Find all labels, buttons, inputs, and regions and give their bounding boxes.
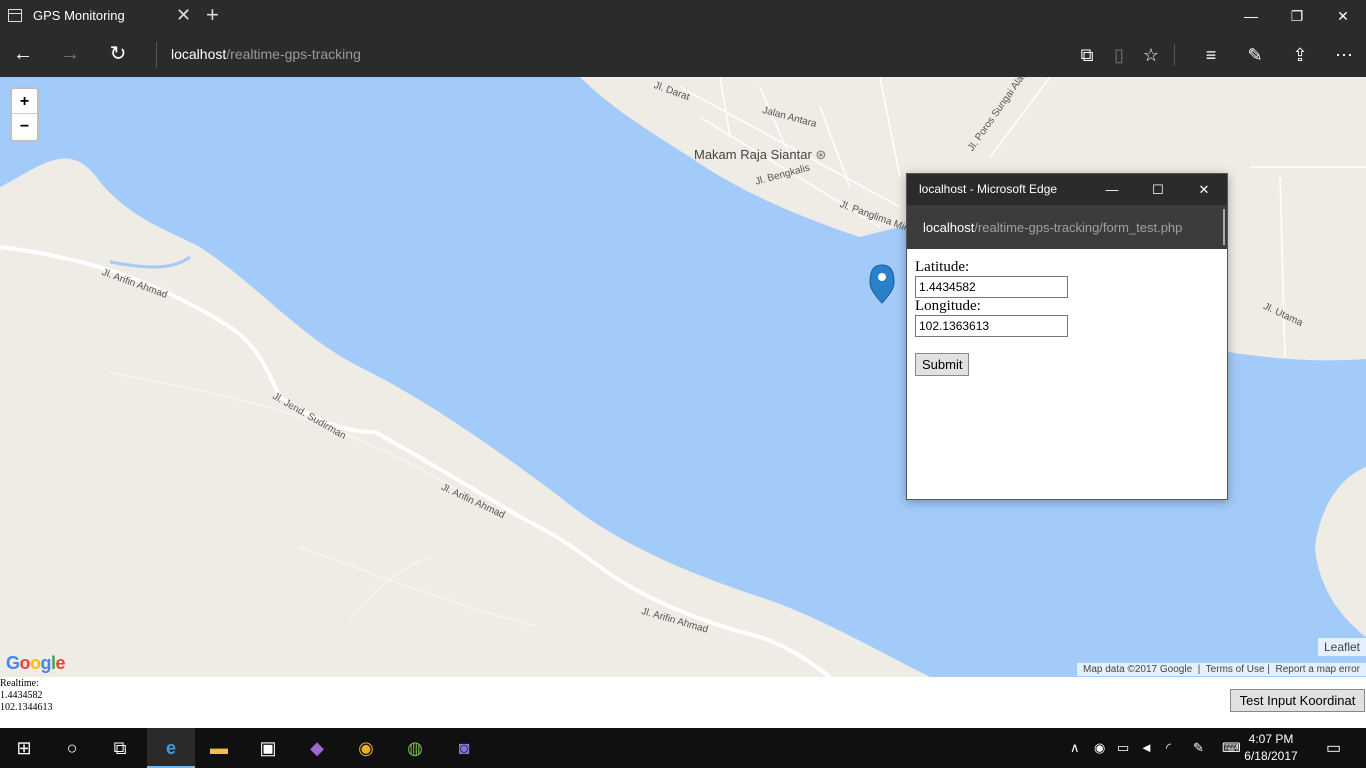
popup-address-bar: localhost/realtime-gps-tracking/form_tes… [907, 205, 1227, 249]
page-icon [8, 9, 22, 22]
address-path: /realtime-gps-tracking [226, 46, 361, 62]
land-east [1315, 467, 1366, 637]
more-icon[interactable]: ⋯ [1331, 42, 1357, 68]
latitude-input[interactable] [915, 276, 1068, 298]
coordinate-form: Latitude: Longitude: Submit [907, 249, 1227, 499]
longitude-input[interactable] [915, 315, 1068, 337]
popup-window: localhost - Microsoft Edge — ☐ ✕ localho… [906, 173, 1228, 500]
poi-makam-raja-siantar[interactable]: Makam Raja Siantar ⊛ [694, 147, 826, 163]
land-southwest [0, 158, 930, 677]
edge-icon[interactable]: e [147, 728, 195, 768]
record-icon[interactable]: ◉ [1094, 740, 1105, 756]
close-window-icon[interactable]: ✕ [1320, 0, 1366, 32]
submit-button[interactable]: Submit [915, 353, 970, 376]
zoom-control: + − [10, 87, 39, 142]
popup-title-bar: localhost - Microsoft Edge — ☐ ✕ [907, 174, 1227, 205]
realtime-label: Realtime: [0, 678, 39, 689]
web-note-icon[interactable]: ✎ [1242, 42, 1268, 68]
start-icon[interactable]: ⊞ [0, 728, 48, 768]
longitude-label: Longitude: [915, 298, 981, 314]
close-tab-icon[interactable]: ✕ [176, 4, 191, 26]
location-marker[interactable] [869, 264, 895, 304]
restore-icon[interactable]: ❐ [1274, 0, 1320, 32]
favorite-star-icon[interactable]: ☆ [1138, 42, 1164, 68]
realtime-latitude: 1.4434582 [0, 690, 43, 701]
address-separator [156, 42, 157, 68]
action-center-icon[interactable]: ▭ [1326, 738, 1341, 758]
translate-icon[interactable]: ⧉ [1074, 42, 1100, 68]
file-explorer-icon[interactable]: ▬ [195, 728, 243, 768]
terms-link[interactable]: Terms of Use [1206, 664, 1265, 675]
latitude-label: Latitude: [915, 259, 970, 275]
battery-icon[interactable]: ▭ [1117, 740, 1129, 756]
task-view-icon[interactable]: ⧉ [96, 728, 144, 768]
chrome-icon[interactable]: ◉ [342, 728, 390, 768]
system-clock[interactable]: 4:07 PM 6/18/2017 [1226, 731, 1316, 765]
toolbar-separator [1174, 44, 1175, 66]
cortana-icon[interactable]: ○ [48, 728, 96, 768]
volume-icon[interactable]: ◄ [1140, 740, 1153, 755]
browser-tab[interactable]: GPS Monitoring ✕ [0, 0, 200, 32]
zoom-in-button[interactable]: + [12, 89, 37, 114]
windows-taskbar: ⊞ ○ ⧉ e ▬ ▣ ◆ ◉ ◍ ◙ ∧ ◉ ▭ ◄ ◜ ✎ ⌨ 4:07 P… [0, 728, 1366, 768]
hub-icon[interactable]: ≡ [1198, 42, 1224, 68]
google-attribution: Map data ©2017 Google | Terms of Use | R… [1077, 663, 1366, 676]
address-bar[interactable]: localhost/realtime-gps-tracking [171, 46, 361, 62]
google-logo: Google [6, 653, 66, 673]
popup-address[interactable]: localhost/realtime-gps-tracking/form_tes… [923, 220, 1182, 235]
tab-title: GPS Monitoring [33, 8, 125, 23]
popup-maximize-icon[interactable]: ☐ [1135, 174, 1181, 205]
clock-time: 4:07 PM [1248, 732, 1294, 746]
pen-icon[interactable]: ✎ [1193, 740, 1204, 756]
forward-icon[interactable]: → [55, 40, 85, 68]
browser-nav-bar: ← → ↻ localhost/realtime-gps-tracking ⧉ … [0, 32, 1366, 77]
popup-minimize-icon[interactable]: — [1089, 174, 1135, 205]
realtime-longitude: 102.1344613 [0, 702, 53, 713]
map-data-text: Map data ©2017 Google [1083, 664, 1193, 675]
android-studio-icon[interactable]: ◍ [391, 728, 439, 768]
new-tab-icon[interactable]: + [206, 3, 219, 27]
browser-title-bar: GPS Monitoring ✕ + — ❐ ✕ [0, 0, 1366, 32]
realtime-panel: Realtime: 1.4434582 102.1344613 [0, 678, 53, 714]
refresh-icon[interactable]: ↻ [103, 40, 133, 68]
show-hidden-icons-icon[interactable]: ∧ [1070, 740, 1080, 756]
test-input-button[interactable]: Test Input Koordinat [1230, 689, 1365, 712]
wifi-icon[interactable]: ◜ [1166, 740, 1171, 756]
landmark-icon: ⊛ [815, 147, 827, 162]
popup-close-icon[interactable]: ✕ [1181, 174, 1227, 205]
back-icon[interactable]: ← [8, 40, 38, 68]
report-error-link[interactable]: Report a map error [1276, 664, 1360, 675]
minimize-icon[interactable]: — [1228, 0, 1274, 32]
address-host: localhost [171, 46, 227, 62]
github-desktop-icon[interactable]: ◙ [440, 728, 488, 768]
visual-studio-icon[interactable]: ◆ [293, 728, 341, 768]
reading-view-icon[interactable]: ▯ [1106, 42, 1132, 68]
share-icon[interactable]: ⇪ [1287, 42, 1313, 68]
popup-title: localhost - Microsoft Edge [919, 182, 1058, 196]
store-icon[interactable]: ▣ [244, 728, 292, 768]
leaflet-attribution[interactable]: Leaflet [1317, 638, 1366, 656]
zoom-out-button[interactable]: − [12, 114, 37, 139]
clock-date: 6/18/2017 [1244, 749, 1298, 763]
